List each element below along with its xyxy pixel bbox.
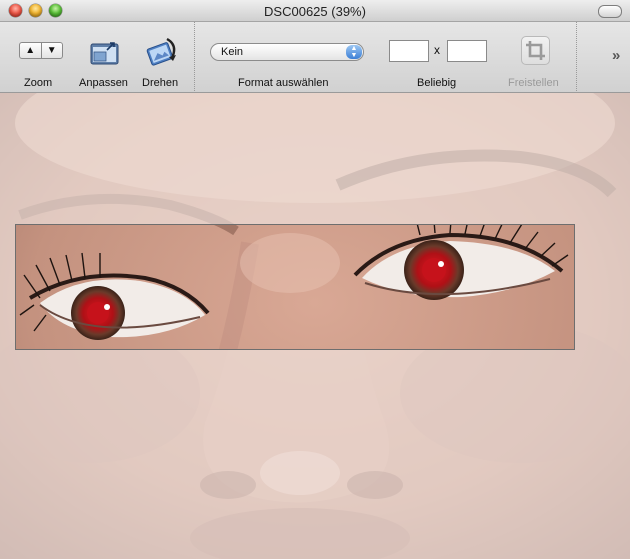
size-label: Beliebig [417,77,457,89]
fit-window-icon[interactable] [89,38,121,66]
zoom-stepper[interactable]: ▲ ▼ [19,42,63,59]
toolbar-overflow-icon[interactable]: » [612,47,620,64]
rotate-icon[interactable] [145,36,179,68]
height-field[interactable] [447,40,487,62]
size-separator: x [434,43,440,57]
format-select[interactable]: Kein ▲ ▼ [210,43,364,61]
select-arrows-icon: ▲ ▼ [346,45,362,59]
title-bar: DSC00625 (39%) [0,0,630,22]
toolbar: ▲ ▼ Zoom Anpassen Drehen Kein ▲ ▼ Format … [0,22,630,93]
zoom-out-icon[interactable]: ▼ [42,43,63,58]
toolbar-separator [194,22,195,93]
crop-selection[interactable] [15,224,575,350]
rotate-label: Drehen [142,77,179,89]
crop-label: Freistellen [508,77,559,89]
zoom-label: Zoom [24,77,53,89]
width-field[interactable] [389,40,429,62]
window-title: DSC00625 (39%) [264,4,366,19]
format-select-value: Kein [221,46,244,58]
toolbar-toggle-button[interactable] [598,5,622,18]
fit-label: Anpassen [79,77,128,89]
crop-button[interactable] [521,36,550,65]
zoom-in-icon[interactable]: ▲ [20,43,42,58]
crop-icon [526,41,545,60]
toolbar-separator [576,22,577,93]
format-label: Format auswählen [238,77,329,89]
image-canvas[interactable] [0,93,630,559]
